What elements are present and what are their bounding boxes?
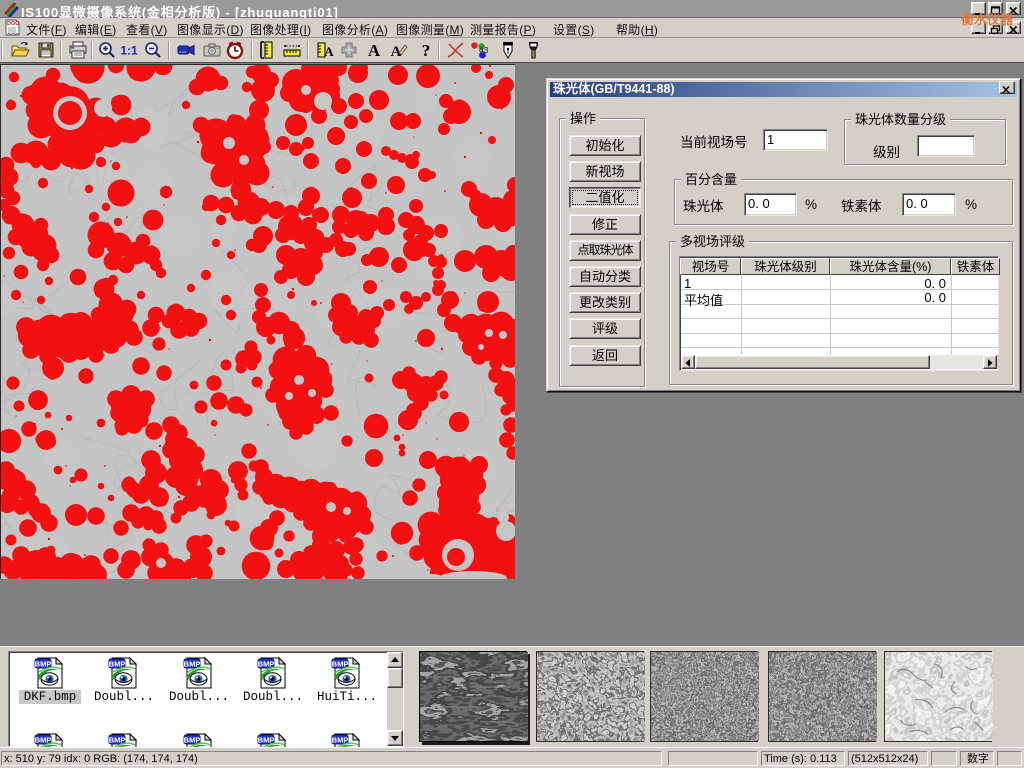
svg-text:A: A <box>368 41 381 60</box>
svg-text:DOC: DOC <box>7 21 19 27</box>
svg-text:1:1: 1:1 <box>120 44 138 58</box>
svg-text:?: ? <box>422 41 431 60</box>
svg-text:A: A <box>324 44 334 59</box>
